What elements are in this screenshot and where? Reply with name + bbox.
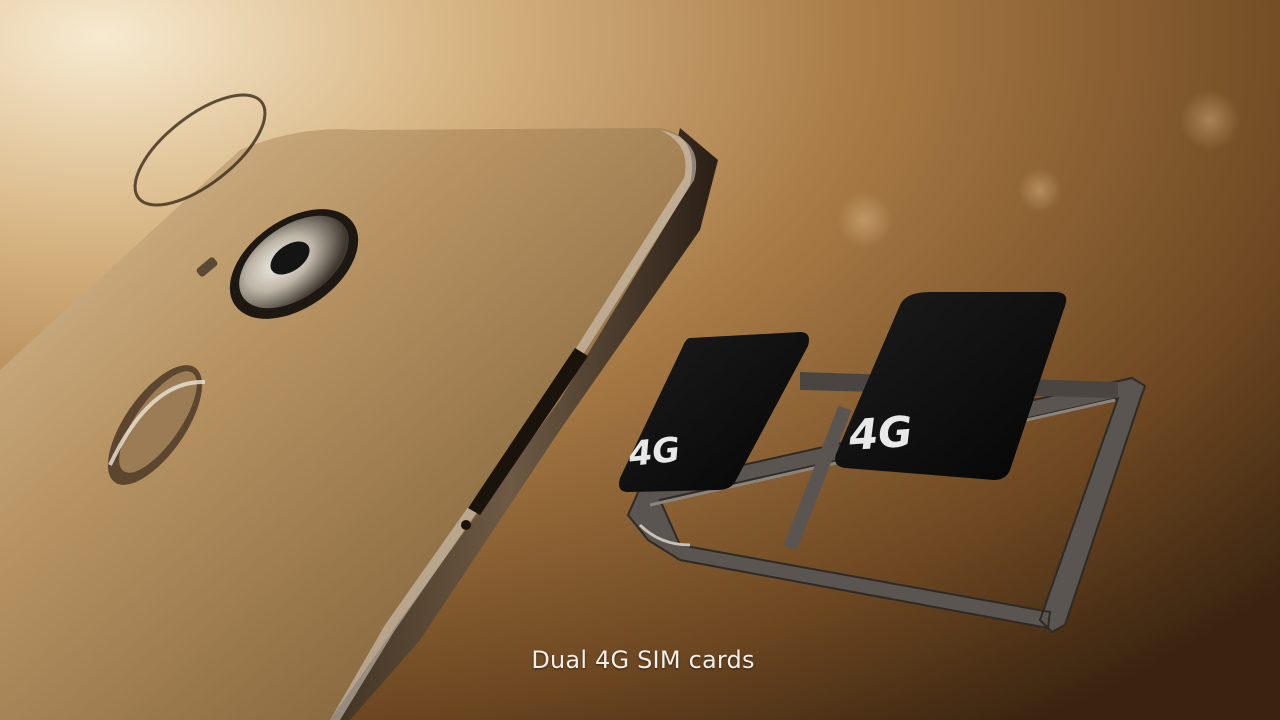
video-caption: Dual 4G SIM cards [531, 646, 755, 674]
microphone-hole [461, 520, 471, 530]
bokeh-light [837, 192, 893, 248]
sim-card-label: 4G [626, 430, 682, 475]
product-scene: 4G 4G [0, 0, 1280, 720]
bokeh-light [1180, 90, 1240, 150]
sim-card-label: 4G [846, 407, 914, 460]
bokeh-light [1018, 168, 1062, 212]
video-frame: 4G 4G Dual 4G SIM cards [0, 0, 1280, 720]
